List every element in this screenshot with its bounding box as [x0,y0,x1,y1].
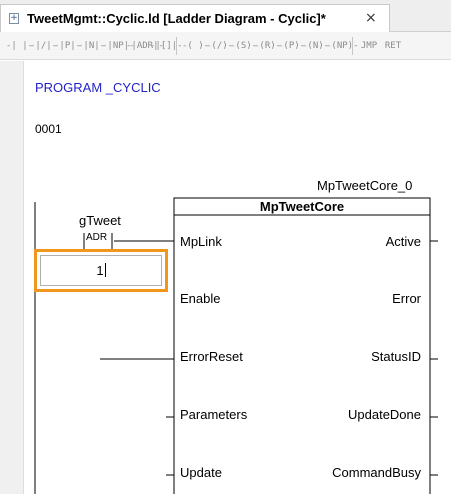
value-edit-box: 1 [34,249,168,292]
input-mplink: MpLink [180,234,222,249]
fb-type-title: MpTweetCore [259,199,345,214]
toolbar-group1-icon[interactable]: -|N|- [78,38,105,54]
toolbar-separator [352,37,353,55]
toolbar-group2-icon[interactable]: -( )- [182,38,209,54]
ladder-toolbar: -| |- -|/|- -|P|- -|N|- -|NP|- -|ADR|- -|[]|- -… [0,32,451,60]
value-input[interactable]: 1 [40,255,162,286]
adr-function[interactable]: ADR [86,232,107,243]
output-statusid: StatusID [371,349,421,364]
output-error: Error [392,291,421,306]
input-errorreset: ErrorReset [180,349,243,364]
variable-name[interactable]: gTweet [79,213,121,228]
toolbar-group2-icon[interactable]: -(S)- [230,38,257,54]
input-update: Update [180,465,222,480]
line-gutter [0,61,24,494]
instance-name[interactable]: MpTweetCore_0 [317,178,412,193]
toolbar-group1-icon[interactable]: -|NP|- [102,38,135,54]
toolbar-group2-icon[interactable]: -(NP)- [326,38,359,54]
text-caret [104,263,106,277]
tab-title: TweetMgmt::Cyclic.ld [Ladder Diagram - C… [27,11,326,26]
toolbar-group3-icon[interactable]: RET [382,38,404,54]
editor-tab[interactable]: + TweetMgmt::Cyclic.ld [Ladder Diagram -… [0,4,390,32]
toolbar-group2-icon[interactable]: -(/)- [206,38,233,54]
program-keyword: PROGRAM _CYCLIC [35,80,161,95]
toolbar-separator [176,37,177,55]
value-text: 1 [96,263,104,278]
output-active: Active [385,234,421,249]
toolbar-group1-icon[interactable]: -|[]|- [150,38,183,54]
toolbar-group2-icon[interactable]: -(P)- [278,38,305,54]
input-enable: Enable [180,291,221,306]
toolbar-group1-icon[interactable]: -|ADR|- [126,38,164,54]
output-commandbusy: CommandBusy [332,465,421,480]
input-parameters: Parameters [180,407,248,422]
toolbar-group1-icon[interactable]: -| |- [6,38,33,54]
toolbar-group3-icon[interactable]: JMP [358,38,380,54]
toolbar-group1-icon[interactable]: -|/|- [30,38,57,54]
toolbar-group2-icon[interactable]: -(R)- [254,38,281,54]
ladder-editor[interactable]: PROGRAM _CYCLIC 0001 MpTweetCore_0 MpTwe… [25,61,451,494]
editor-tab-bar: + TweetMgmt::Cyclic.ld [Ladder Diagram -… [0,0,451,32]
pin-icon[interactable]: + [9,13,19,24]
toolbar-group2-icon[interactable]: -(N)- [302,38,329,54]
output-updatedone: UpdateDone [348,407,421,422]
close-icon[interactable]: × [365,10,377,26]
toolbar-group1-icon[interactable]: -|P|- [54,38,81,54]
